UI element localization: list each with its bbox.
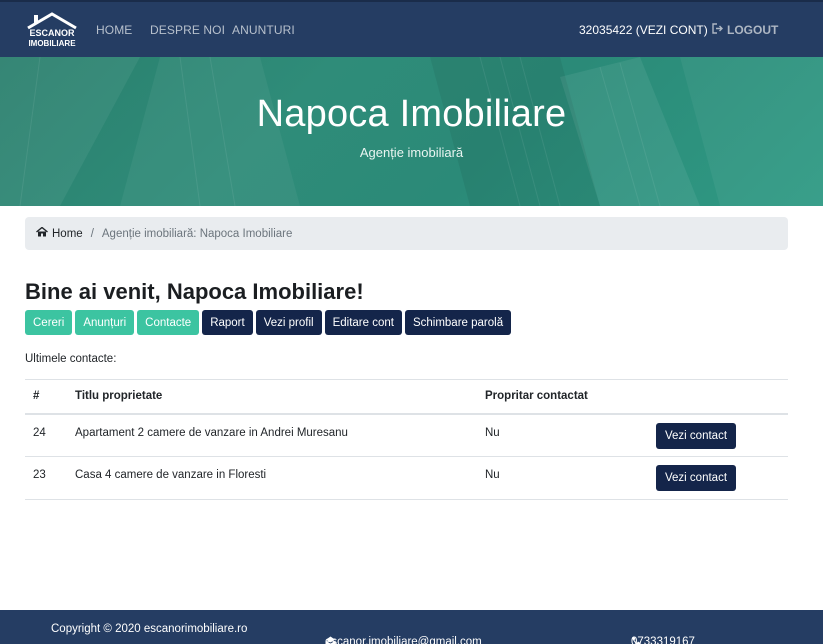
footer: Copyright © 2020 escanorimobiliare.ro es… <box>0 610 823 644</box>
home-icon <box>36 226 48 240</box>
footer-copyright: Copyright © 2020 escanorimobiliare.ro <box>51 623 248 635</box>
contacte-button[interactable]: Contacte <box>137 310 200 335</box>
row-title: Apartament 2 camere de vanzare in Andrei… <box>67 413 477 457</box>
breadcrumb: Home / Agenție imobiliară: Napoca Imobil… <box>25 217 788 250</box>
vezi-contact-button[interactable]: Vezi contact <box>656 465 737 491</box>
footer-phone-text: 0733319167 <box>631 636 695 644</box>
col-header-id: # <box>25 379 67 415</box>
logout-link[interactable]: LOGOUT <box>712 23 778 37</box>
schimbare-parola-button[interactable]: Schimbare parolă <box>404 310 512 335</box>
table-row: 24 Apartament 2 camere de vanzare in And… <box>25 413 788 457</box>
row-contacted: Nu <box>477 413 648 457</box>
page-title: Bine ai venit, Napoca Imobiliare! <box>25 279 364 304</box>
row-id: 23 <box>25 456 67 500</box>
row-contacted: Nu <box>477 456 648 500</box>
account-link[interactable]: 32035422 (VEZI CONT) <box>579 23 708 37</box>
editare-cont-button[interactable]: Editare cont <box>324 310 402 335</box>
row-action-cell: Vezi contact <box>648 456 788 500</box>
raport-button[interactable]: Raport <box>202 310 253 335</box>
nav-home[interactable]: HOME <box>96 23 132 37</box>
navbar: ESCANOR IMOBILIARE HOME DESPRE NOI ANUNT… <box>0 0 823 57</box>
col-header-title: Titlu proprietate <box>67 379 477 415</box>
table-row: 23 Casa 4 camere de vanzare in Floresti … <box>25 456 788 500</box>
dashboard-actions: Cereri Anunțuri Contacte Raport Vezi pro… <box>25 310 512 335</box>
site-logo[interactable]: ESCANOR IMOBILIARE <box>25 12 79 50</box>
breadcrumb-home-label: Home <box>52 227 83 240</box>
hero-title: Napoca Imobiliare <box>256 93 567 135</box>
col-header-contacted: Propritar contactat <box>477 379 648 415</box>
nav-despre-noi[interactable]: DESPRE NOI <box>150 23 225 37</box>
section-subtitle: Ultimele contacte: <box>25 353 117 365</box>
cereri-button[interactable]: Cereri <box>25 310 73 335</box>
row-title: Casa 4 camere de vanzare in Floresti <box>67 456 477 500</box>
vezi-profil-button[interactable]: Vezi profil <box>255 310 322 335</box>
hero-subtitle: Agenție imobiliară <box>359 145 464 160</box>
anunturi-button[interactable]: Anunțuri <box>75 310 135 335</box>
logo-text-line1: ESCANOR <box>29 28 75 38</box>
breadcrumb-current: Agenție imobiliară: Napoca Imobiliare <box>101 227 293 240</box>
col-header-action <box>648 379 788 415</box>
breadcrumb-home[interactable]: Home <box>36 226 83 240</box>
nav-anunturi[interactable]: ANUNTURI <box>232 23 295 37</box>
hero-banner: Napoca Imobiliare Agenție imobiliară <box>0 57 823 206</box>
footer-email-text: escanor.imobiliare@gmail.com <box>325 636 482 644</box>
table-header-row: # Titlu proprietate Propritar contactat <box>25 379 788 415</box>
logout-label: LOGOUT <box>727 23 779 37</box>
row-id: 24 <box>25 413 67 457</box>
contacts-table: # Titlu proprietate Propritar contactat … <box>25 379 788 500</box>
logo-text-line2: IMOBILIARE <box>28 39 76 48</box>
sign-out-icon <box>712 23 724 37</box>
vezi-contact-button[interactable]: Vezi contact <box>656 422 737 449</box>
row-action-cell: Vezi contact <box>648 413 788 457</box>
breadcrumb-separator: / <box>90 227 94 240</box>
